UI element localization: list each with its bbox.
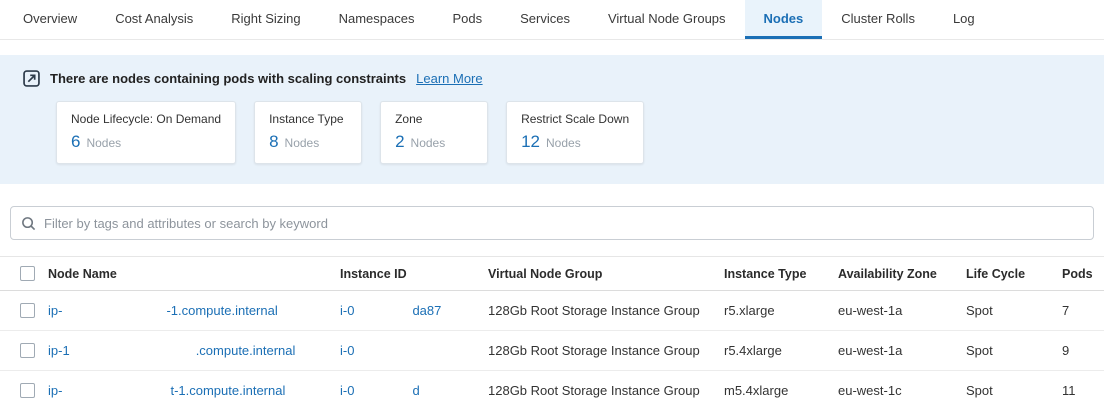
node-name-link[interactable]: -1.compute.internal [166,303,277,318]
banner-message-row: There are nodes containing pods with sca… [0,69,1104,87]
column-header-life-cycle: Life Cycle [966,267,1062,281]
card-count-row: 8 Nodes [269,132,347,152]
tab-pods[interactable]: Pods [433,0,501,39]
tab-namespaces[interactable]: Namespaces [320,0,434,39]
node-name-link[interactable]: t-1.compute.internal [170,383,285,398]
scaling-constraints-banner: There are nodes containing pods with sca… [0,55,1104,184]
select-all-checkbox[interactable] [20,266,35,281]
instance-type-cell: r5.xlarge [724,303,838,318]
pods-cell: 7 [1062,303,1104,318]
availability-zone-cell: eu-west-1a [838,303,966,318]
row-select-cell [0,343,48,358]
instance-id-link[interactable]: i-0 [340,343,354,358]
table-header-row: Node Name Instance ID Virtual Node Group… [0,257,1104,291]
card-title: Zone [395,112,473,126]
column-header-instance-type: Instance Type [724,267,838,281]
instance-id-cell: i-0 [340,343,488,358]
card-count-row: 2 Nodes [395,132,473,152]
node-name-link[interactable]: .compute.internal [196,343,296,358]
row-checkbox[interactable] [20,343,35,358]
instance-id-cell: i-0 d [340,383,488,398]
column-header-virtual-node-group: Virtual Node Group [488,267,724,281]
tab-virtual-node-groups[interactable]: Virtual Node Groups [589,0,745,39]
column-header-node-name: Node Name [48,267,340,281]
filter-search [10,206,1094,240]
row-checkbox[interactable] [20,303,35,318]
constraint-card-node-lifecycle[interactable]: Node Lifecycle: On Demand 6 Nodes [56,101,236,164]
card-unit: Nodes [86,136,121,150]
tab-right-sizing[interactable]: Right Sizing [212,0,319,39]
scaling-constraint-icon [22,69,40,87]
card-title: Restrict Scale Down [521,112,629,126]
banner-message: There are nodes containing pods with sca… [50,71,406,86]
tab-overview[interactable]: Overview [4,0,96,39]
tab-log[interactable]: Log [934,0,994,39]
table-row: ip- -1.compute.internal i-0 da87 128Gb Roo… [0,291,1104,331]
availability-zone-cell: eu-west-1a [838,343,966,358]
cluster-nodes-page: Overview Cost Analysis Right Sizing Name… [0,0,1104,404]
node-name-link[interactable]: ip- [48,383,62,398]
instance-id-link[interactable]: d [412,383,419,398]
nodes-table: Node Name Instance ID Virtual Node Group… [0,256,1104,404]
card-count-row: 6 Nodes [71,132,221,152]
table-row: ip-t-1.compute.internal i-0 d 128Gb Root … [0,371,1104,404]
card-count: 6 [71,132,80,152]
pods-cell: 11 [1062,383,1104,398]
search-icon [21,216,36,231]
column-header-pods: Pods [1062,267,1104,281]
instance-id-cell: i-0 da87 [340,303,488,318]
card-title: Node Lifecycle: On Demand [71,112,221,126]
constraint-card-restrict-scale-down[interactable]: Restrict Scale Down 12 Nodes [506,101,644,164]
tab-nodes[interactable]: Nodes [745,0,823,39]
row-checkbox[interactable] [20,383,35,398]
card-count: 2 [395,132,404,152]
select-all-cell [0,266,48,281]
row-select-cell [0,383,48,398]
node-name-cell: ip-t-1.compute.internal [48,383,340,398]
card-title: Instance Type [269,112,347,126]
tab-cluster-rolls[interactable]: Cluster Rolls [822,0,934,39]
constraint-cards: Node Lifecycle: On Demand 6 Nodes Instan… [56,101,1104,164]
filter-search-wrap [10,206,1094,240]
card-unit: Nodes [546,136,581,150]
tab-cost-analysis[interactable]: Cost Analysis [96,0,212,39]
card-count: 12 [521,132,540,152]
virtual-node-group-cell: 128Gb Root Storage Instance Group [488,383,724,398]
column-header-instance-id: Instance ID [340,267,488,281]
row-select-cell [0,303,48,318]
node-name-cell: ip- -1.compute.internal [48,303,340,318]
node-name-link[interactable]: ip-1 [48,343,70,358]
learn-more-link[interactable]: Learn More [416,71,482,86]
pods-cell: 9 [1062,343,1104,358]
card-count-row: 12 Nodes [521,132,629,152]
node-name-link[interactable]: ip- [48,303,62,318]
instance-id-link[interactable]: i-0 [340,303,354,318]
column-header-availability-zone: Availability Zone [838,267,966,281]
virtual-node-group-cell: 128Gb Root Storage Instance Group [488,303,724,318]
card-count: 8 [269,132,278,152]
search-input[interactable] [44,216,1083,231]
life-cycle-cell: Spot [966,383,1062,398]
tab-services[interactable]: Services [501,0,589,39]
instance-id-link[interactable]: da87 [412,303,441,318]
instance-type-cell: r5.4xlarge [724,343,838,358]
table-row: ip-1 .compute.internal i-0 128Gb Root Sto… [0,331,1104,371]
node-name-cell: ip-1 .compute.internal [48,343,340,358]
life-cycle-cell: Spot [966,303,1062,318]
constraint-card-zone[interactable]: Zone 2 Nodes [380,101,488,164]
constraint-card-instance-type[interactable]: Instance Type 8 Nodes [254,101,362,164]
instance-id-link[interactable]: i-0 [340,383,354,398]
card-unit: Nodes [411,136,446,150]
instance-type-cell: m5.4xlarge [724,383,838,398]
tab-bar: Overview Cost Analysis Right Sizing Name… [0,0,1104,40]
virtual-node-group-cell: 128Gb Root Storage Instance Group [488,343,724,358]
life-cycle-cell: Spot [966,343,1062,358]
card-unit: Nodes [285,136,320,150]
availability-zone-cell: eu-west-1c [838,383,966,398]
